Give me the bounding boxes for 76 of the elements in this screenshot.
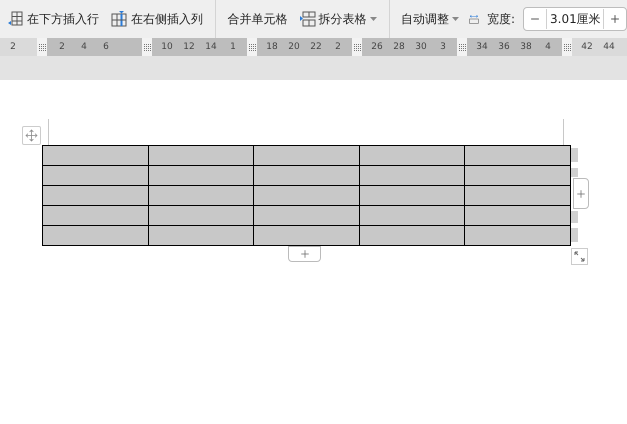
table-cell[interactable] [42,206,148,226]
width-input[interactable]: 3.01厘米 [546,9,604,29]
ruler-marker-icon[interactable] [37,38,47,56]
ruler-number: 6 [102,42,110,52]
ruler-number: 34 [475,42,489,52]
ruler-number: 20 [287,42,301,52]
split-table-icon [300,11,316,27]
caret-icon [452,16,460,22]
table-cell[interactable] [148,206,254,226]
plus-icon [575,188,587,200]
table-cell[interactable] [464,146,570,166]
row-handle[interactable] [571,148,578,162]
ruler-number: 12 [182,42,196,52]
ruler-number: 4 [544,42,552,52]
ruler-number: 42 [580,42,594,52]
table-cell[interactable] [42,186,148,206]
ruler-marker-icon[interactable] [352,38,362,56]
plus-icon [609,13,621,25]
row-handle[interactable] [571,168,578,177]
ruler-number: 3 [439,42,447,52]
ruler-number: 22 [309,42,323,52]
table-cell[interactable] [464,226,570,246]
toolbar-button[interactable]: 在右侧插入列 [109,10,205,28]
table-cell[interactable] [42,226,148,246]
table-cell[interactable] [359,146,465,166]
insert-row-icon [8,11,24,27]
ruler-number: 44 [602,42,616,52]
table-cell[interactable] [42,166,148,186]
toolbar-button[interactable]: 合并单元格 [226,10,290,28]
toolbar-dropdown[interactable]: 自动调整 [399,10,462,28]
ruler-number: 30 [414,42,428,52]
ruler-number: 4 [80,42,88,52]
table-cell[interactable] [359,206,465,226]
table-cell[interactable] [254,206,360,226]
ruler-number: 38 [519,42,533,52]
plus-icon [298,248,310,260]
table-cell[interactable] [254,186,360,206]
table-cell[interactable] [254,146,360,166]
ruler-number: 10 [160,42,174,52]
table-cell[interactable] [148,166,254,186]
width-spinner[interactable]: 3.01厘米 [523,7,627,31]
table-cell[interactable] [254,166,360,186]
table-cell[interactable] [464,186,570,206]
ruler-number: 2 [58,42,66,52]
ruler-number: 26 [370,42,384,52]
ruler-number: 2 [9,42,17,52]
toolbar-dropdown[interactable]: 拆分表格 [298,10,379,28]
insert-column-icon [111,11,128,27]
ruler-number: 14 [204,42,218,52]
table-cell[interactable] [464,166,570,186]
row-handle[interactable] [571,211,578,223]
table-cell[interactable] [148,186,254,206]
ruler-number: 2 [334,42,342,52]
ruler-marker-icon[interactable] [457,38,467,56]
ruler-number: 28 [392,42,406,52]
caret-icon [370,16,377,22]
ruler-number: 36 [497,42,511,52]
table-cell[interactable] [359,226,465,246]
add-column-button[interactable] [573,178,589,209]
ruler-marker-icon[interactable] [247,38,257,56]
ruler-number: 18 [265,42,279,52]
row-handle[interactable] [571,228,578,242]
ruler-marker-icon[interactable] [142,38,152,56]
toolbar-button[interactable]: 在下方插入行 [6,10,101,28]
resize-icon[interactable] [571,248,588,265]
table-cell[interactable] [42,146,148,166]
table-cell[interactable] [359,166,465,186]
table-cell[interactable] [254,226,360,246]
ruler-marker-icon[interactable] [562,38,572,56]
table-cell[interactable] [148,226,254,246]
ruler-number: 1 [229,42,237,52]
table-cell[interactable] [464,206,570,226]
table-cell[interactable] [148,146,254,166]
width-label: 宽度: [486,10,515,28]
move-icon[interactable] [22,126,41,145]
table-cell[interactable] [359,186,465,206]
